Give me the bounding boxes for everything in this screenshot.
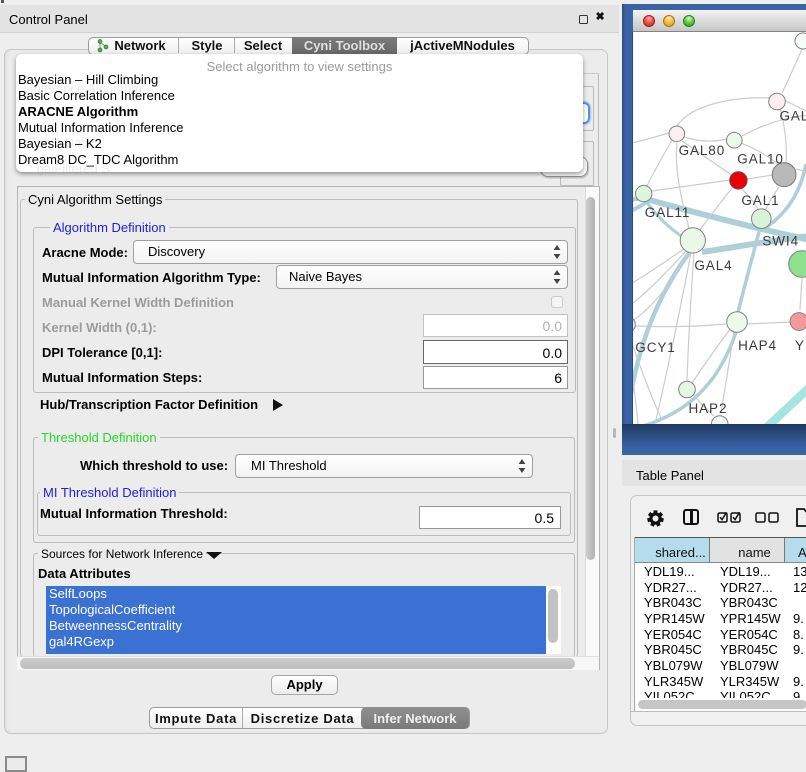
svg-text:GAL11: GAL11	[645, 205, 691, 220]
svg-text:HAP2: HAP2	[689, 401, 728, 416]
svg-text:GCY1: GCY1	[635, 340, 675, 355]
svg-text:GAL80: GAL80	[679, 143, 726, 158]
svg-text:GAL: GAL	[780, 109, 806, 124]
svg-text:HAP4: HAP4	[738, 338, 777, 353]
svg-text:GAL1: GAL1	[741, 193, 779, 208]
svg-text:Y: Y	[795, 338, 805, 353]
svg-text:SWI4: SWI4	[762, 233, 799, 248]
svg-text:GAL10: GAL10	[737, 152, 784, 167]
svg-text:GAL4: GAL4	[694, 258, 732, 273]
